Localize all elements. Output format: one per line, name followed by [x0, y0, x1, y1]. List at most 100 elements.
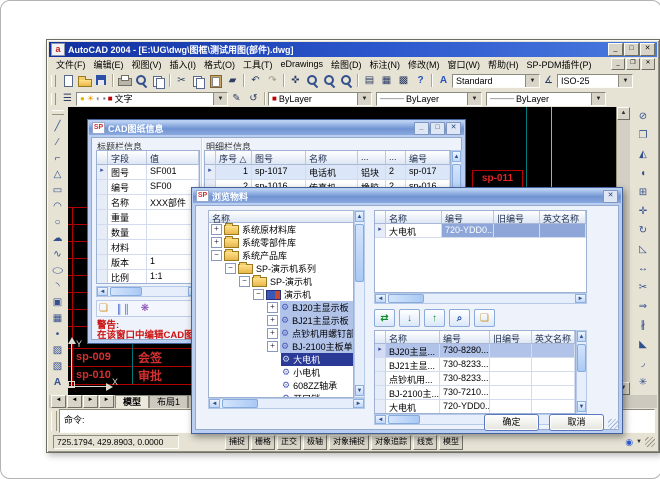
collapse-minus-icon[interactable]: − — [239, 276, 250, 287]
hatch-icon[interactable]: ▨ — [50, 342, 66, 358]
tab-first-icon[interactable]: ◄ — [51, 395, 66, 408]
toggle-grid[interactable]: 栅格 — [251, 435, 275, 450]
explode-icon[interactable]: ✳ — [635, 373, 651, 392]
table-row[interactable]: ▸ 1 sp-1017 电话机 铝块 2 sp-017 — [205, 165, 450, 180]
column-header[interactable]: 名称 — [386, 331, 440, 344]
ellipse-arc-icon[interactable]: ◝ — [50, 278, 66, 294]
stretch-icon[interactable]: ↔ — [635, 259, 651, 278]
toggle-polar[interactable]: 极轴 — [303, 435, 327, 450]
tree-item[interactable]: − 演示机 — [209, 288, 353, 301]
scroll-thumb[interactable] — [355, 224, 364, 282]
maximize-button[interactable]: □ — [430, 122, 445, 135]
rotate-icon[interactable]: ↻ — [635, 221, 651, 240]
horizontal-scrollbar[interactable]: ◄ ► — [374, 293, 587, 304]
rectangle-icon[interactable]: ▭ — [50, 182, 66, 198]
plot-preview-icon[interactable] — [133, 73, 150, 88]
maximize-button[interactable]: □ — [624, 43, 639, 56]
scroll-thumb[interactable] — [577, 344, 586, 372]
zoom-realtime-icon[interactable] — [304, 73, 321, 88]
revision-cloud-icon[interactable]: ☁ — [50, 230, 66, 246]
chevron-down-icon[interactable]: ▼ — [357, 93, 371, 105]
menu-sp-pdm-plugin[interactable]: SP-PDM插件(P) — [523, 57, 596, 72]
tree-item[interactable]: + ⚙BJ21主显示板 — [209, 314, 353, 327]
toolbar-grip[interactable] — [51, 75, 56, 87]
add-record-icon[interactable]: ❋ — [141, 303, 149, 314]
column-header[interactable]: 字段 — [108, 151, 147, 165]
scroll-left-icon[interactable]: ◄ — [97, 287, 108, 296]
scroll-up-icon[interactable]: ▲ — [577, 331, 586, 342]
tree-item[interactable]: − SP-演示机系列 — [209, 262, 353, 275]
minimize-button[interactable]: _ — [414, 122, 429, 135]
table-row[interactable]: BJ21主显... 730-8233... — [375, 358, 575, 372]
insert-block-icon[interactable]: ▣ — [50, 294, 66, 310]
erase-icon[interactable]: ⊘ — [635, 107, 651, 126]
mdi-restore-button[interactable]: ❐ — [626, 58, 640, 70]
line-icon[interactable]: ╱ — [50, 118, 66, 134]
close-button[interactable]: ✕ — [640, 43, 655, 56]
scroll-right-icon[interactable]: ► — [353, 399, 364, 408]
scroll-thumb[interactable] — [222, 399, 258, 408]
close-icon[interactable]: ✕ — [603, 190, 618, 203]
dialog-title-bar[interactable]: SP CAD图纸信息 _ □ ✕ — [89, 121, 464, 135]
polyline-icon[interactable]: ⌐ — [50, 150, 66, 166]
column-header-seq[interactable]: 序号 △ — [216, 151, 252, 165]
expand-plus-icon[interactable]: + — [267, 302, 278, 313]
tree-item[interactable]: ⚙608ZZ轴承 — [209, 379, 353, 392]
table-row[interactable]: 数量 — [97, 225, 199, 240]
zoom-previous-icon[interactable] — [338, 73, 355, 88]
scroll-left-icon[interactable]: ◄ — [209, 399, 220, 408]
match-properties-icon[interactable]: ▰ — [224, 73, 241, 88]
extend-icon[interactable]: ⇒ — [635, 297, 651, 316]
properties-icon[interactable]: ▤ — [361, 73, 378, 88]
pan-icon[interactable]: ✜ — [287, 73, 304, 88]
scroll-thumb[interactable] — [388, 415, 420, 424]
new-file-icon[interactable] — [59, 73, 76, 88]
ellipse-icon[interactable]: ◯ — [50, 265, 66, 275]
toolbar-grip[interactable] — [52, 110, 64, 115]
column-header[interactable]: 值 — [147, 151, 199, 165]
table-row[interactable]: 材料 — [97, 240, 199, 255]
close-icon[interactable]: ✕ — [446, 122, 461, 135]
search-icon[interactable]: ⌕ — [449, 309, 470, 327]
export-info-icon[interactable]: ❏ — [99, 303, 108, 314]
table-row[interactable]: 大电机 720-YDD0... — [375, 400, 575, 414]
text-style-combo[interactable]: Standard ▼ — [452, 74, 540, 88]
copy-object-icon[interactable]: ❐ — [635, 126, 651, 145]
scroll-down-icon[interactable]: ▼ — [355, 385, 364, 396]
help-icon[interactable]: ? — [412, 73, 429, 88]
chevron-down-icon[interactable]: ▼ — [467, 93, 481, 105]
layer-combo[interactable]: ● ☀ ◐ ▪ ■ 文字 ▼ — [76, 92, 228, 106]
layers-icon[interactable]: ☰ — [59, 91, 76, 106]
field-value[interactable]: SF001 — [147, 165, 199, 180]
scroll-left-icon[interactable]: ◄ — [375, 415, 386, 424]
color-combo[interactable]: ■ ByLayer ▼ — [268, 92, 372, 106]
refresh-icon[interactable]: ⇄ — [374, 309, 395, 327]
open-folder-icon[interactable]: ❏ — [474, 309, 495, 327]
command-window-grip[interactable] — [51, 411, 57, 431]
column-header[interactable]: 图号 — [252, 151, 306, 165]
expand-plus-icon[interactable]: + — [267, 341, 278, 352]
resize-grip[interactable] — [645, 437, 655, 447]
cancel-button[interactable]: 取消 — [549, 414, 604, 431]
barcode-icon[interactable]: ║║ — [116, 304, 131, 314]
cut-icon[interactable]: ✂ — [173, 73, 190, 88]
column-header[interactable]: 编号 — [406, 151, 450, 165]
table-row[interactable]: 编号 SF00 — [97, 180, 199, 195]
fillet-icon[interactable]: ◞ — [635, 354, 651, 373]
chevron-down-icon[interactable]: ▼ — [213, 93, 227, 105]
scroll-up-icon[interactable]: ▲ — [617, 107, 630, 120]
move-down-icon[interactable]: ↓ — [399, 309, 420, 327]
menu-view[interactable]: 视图(V) — [128, 57, 166, 72]
lineweight-combo[interactable]: ——— ByLayer ▼ — [486, 92, 606, 106]
tab-layout1[interactable]: 布局1 — [149, 395, 188, 408]
scroll-right-icon[interactable]: ► — [575, 294, 586, 303]
column-header[interactable]: 编号 — [442, 211, 494, 224]
table-row[interactable]: ▸ 大电机 720-YDD0... — [375, 224, 586, 238]
column-header[interactable]: ... — [358, 151, 386, 165]
tree-item-selected[interactable]: ⚙大电机 — [209, 353, 353, 366]
polygon-icon[interactable]: △ — [50, 166, 66, 182]
scroll-left-icon[interactable]: ◄ — [375, 294, 386, 303]
tree-item[interactable]: − SP-演示机 — [209, 275, 353, 288]
toggle-snap[interactable]: 捕捉 — [225, 435, 249, 450]
menu-dimension[interactable]: 标注(N) — [366, 57, 405, 72]
